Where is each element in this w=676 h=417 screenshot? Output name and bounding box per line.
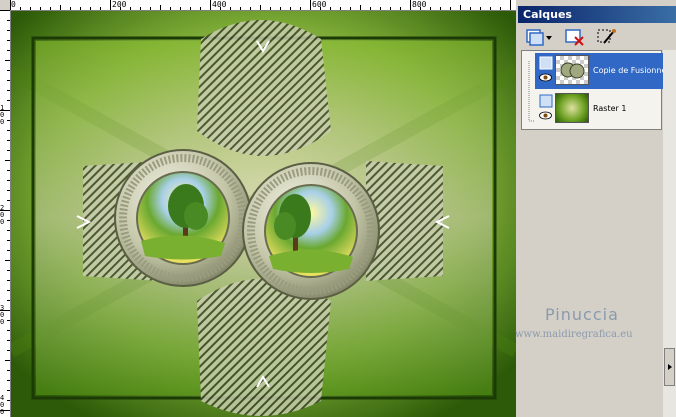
watermark-name: Pinuccia [545, 305, 619, 324]
ruler-corner [0, 0, 10, 10]
ruler-horizontal: 0 200 400 600 800 [10, 0, 516, 11]
layers-toolbar [518, 25, 676, 49]
layers-palette: Calques Copie de Fusionné Raster 1 Pinuc… [515, 0, 676, 417]
layer-name: Copie de Fusionné [593, 66, 663, 75]
eye-icon[interactable] [539, 111, 552, 120]
layer-row-copie-de-fusionne[interactable]: Copie de Fusionné [535, 53, 663, 89]
delete-layer-icon [565, 29, 584, 46]
canvas-artwork [11, 11, 516, 417]
ruler-vlabel-1c: 0 [0, 118, 5, 126]
layer-thumbnail-fusionne [555, 55, 589, 85]
ruler-label-600: 600 [312, 0, 327, 9]
new-layer-icon [526, 29, 552, 46]
new-layer-button[interactable] [524, 27, 554, 47]
image-canvas[interactable] [11, 11, 516, 417]
ruler-horizontal-ticks [10, 0, 511, 10]
properties-brush-icon [597, 29, 616, 44]
eye-icon[interactable] [539, 73, 552, 82]
watermark-url: www.maidiregrafica.eu [515, 329, 633, 340]
layer-tree-lines [528, 61, 535, 122]
delete-layer-button[interactable] [564, 27, 586, 47]
scrollbar-expand-button[interactable] [664, 348, 675, 386]
layer-group-icon [539, 94, 553, 108]
ruler-label-800: 800 [412, 0, 427, 9]
ruler-vlabel-2c: 0 [0, 218, 5, 226]
layer-row-raster-1[interactable]: Raster 1 [535, 91, 663, 127]
ruler-vlabel-4c: 0 [0, 408, 5, 416]
layers-empty-area: Pinuccia www.maidiregrafica.eu [515, 130, 662, 417]
ruler-label-400: 400 [212, 0, 227, 9]
woven-lobe-top [197, 20, 331, 156]
layers-palette-title: Calques [518, 6, 676, 23]
thumbnail-plates [560, 62, 585, 79]
ruler-label-200: 200 [112, 0, 127, 9]
layer-group-icon [539, 56, 553, 70]
ruler-vlabel-3c: 0 [0, 318, 5, 326]
layer-name: Raster 1 [593, 104, 627, 113]
ruler-vertical: 1 0 0 2 0 0 3 0 0 4 0 0 [0, 10, 11, 417]
layers-list: Copie de Fusionné Raster 1 [521, 50, 663, 130]
plate-right [242, 162, 380, 300]
ruler-label-0: 0 [11, 0, 16, 9]
chevron-right-icon [668, 364, 672, 370]
layers-scrollbar[interactable] [663, 50, 676, 417]
plate-left [114, 149, 252, 287]
layer-properties-button[interactable] [596, 27, 618, 47]
layer-thumbnail-raster [555, 93, 589, 123]
